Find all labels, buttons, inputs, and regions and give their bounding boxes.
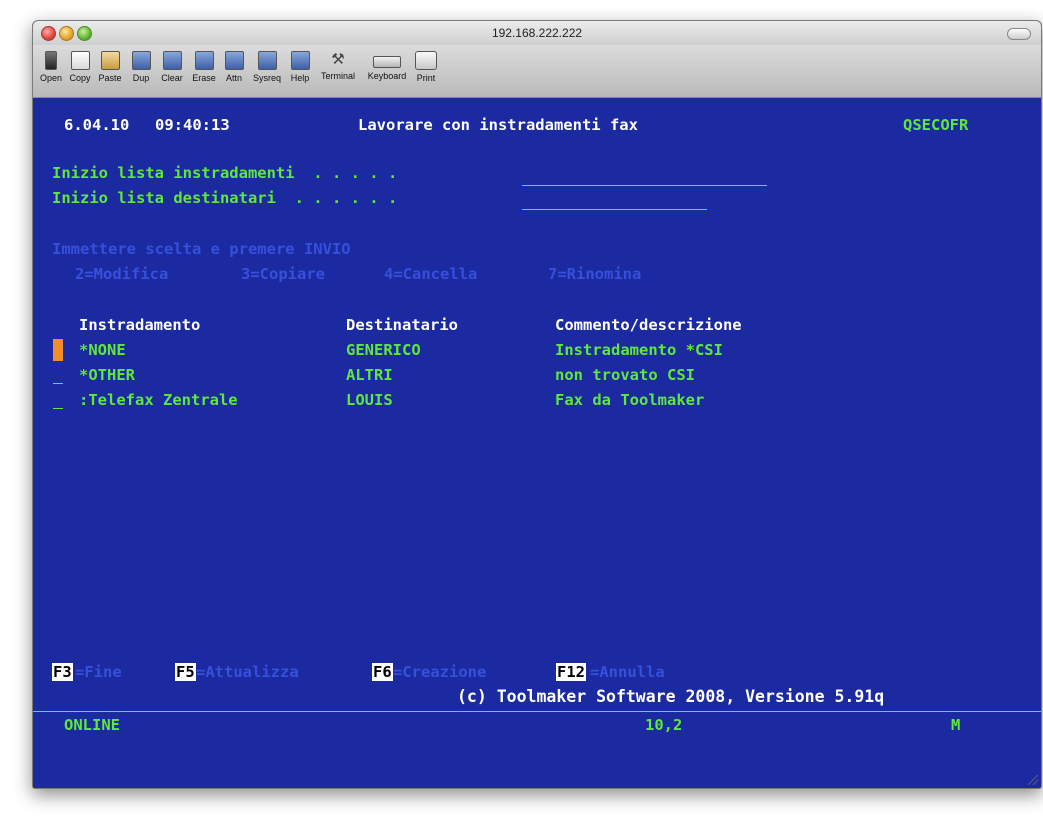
terminal-button[interactable]: ⚒ Terminal [315, 51, 361, 81]
print-button[interactable]: Print [413, 51, 439, 83]
header-comment: Commento/descrizione [555, 316, 742, 334]
printer-icon [415, 51, 437, 70]
terminal-screen[interactable]: 6.04.10 09:40:13 Lavorare con instradame… [33, 98, 1041, 788]
row-1-recipient: GENERICO [346, 341, 421, 359]
print-label: Print [416, 73, 436, 83]
resize-grip-icon[interactable] [1028, 775, 1038, 785]
row-3-comment: Fax da Toolmaker [555, 391, 705, 409]
dup-key-icon [131, 51, 151, 70]
row-2-recipient: ALTRI [346, 366, 393, 384]
option-rename: 7=Rinomina [548, 265, 642, 283]
recipients-prompt: Inizio lista destinatari . . . . . . [52, 189, 398, 207]
sysreq-key-icon [257, 51, 277, 70]
row-1-route: *NONE [79, 341, 126, 359]
erase-button[interactable]: Erase [189, 51, 219, 83]
cursor-position: 10,2 [645, 716, 683, 734]
copy-button[interactable]: Copy [67, 51, 93, 83]
status-indicator: M [951, 716, 961, 734]
help-key-icon [290, 51, 310, 70]
row-2-comment: non trovato CSI [555, 366, 695, 384]
dup-label: Dup [132, 73, 150, 83]
header-recipient: Destinatario [346, 316, 458, 334]
toolbar: Open Copy Paste Dup Clear Erase Attn Sys… [33, 45, 1041, 98]
option-input-row-3[interactable] [53, 408, 63, 409]
option-copy: 3=Copiare [241, 265, 325, 283]
copy-label: Copy [69, 73, 91, 83]
keyboard-label: Keyboard [367, 71, 407, 81]
screen-title: Lavorare con instradamenti fax [358, 116, 638, 134]
option-delete: 4=Cancella [384, 265, 478, 283]
f5-key[interactable]: F5 [175, 663, 196, 681]
plug-icon [45, 51, 57, 70]
clear-button[interactable]: Clear [157, 51, 187, 83]
instructions-text: Immettere scelta e premere INVIO [52, 240, 351, 258]
keyboard-icon [373, 56, 401, 68]
f3-label: =Fine [75, 663, 122, 681]
user-id: QSECOFR [903, 116, 969, 134]
f6-key[interactable]: F6 [372, 663, 393, 681]
option-modify: 2=Modifica [75, 265, 169, 283]
f12-key[interactable]: F12 [556, 663, 586, 681]
option-input-row-2[interactable] [53, 383, 63, 384]
status-mode: ONLINE [64, 716, 120, 734]
terminal-label: Terminal [320, 71, 355, 81]
paste-label: Paste [98, 73, 122, 83]
system-date: 6.04.10 [64, 116, 130, 134]
copy-icon [70, 51, 90, 70]
f12-label: =Annulla [590, 663, 665, 681]
system-time: 09:40:13 [155, 116, 230, 134]
header-route: Instradamento [79, 316, 201, 334]
f6-label: =Creazione [393, 663, 487, 681]
terminal-window: 192.168.222.222 Open Copy Paste Dup Clea… [32, 20, 1042, 789]
toolbar-toggle-button[interactable] [1007, 28, 1031, 40]
copyright-text: (c) Toolmaker Software 2008, Versione 5.… [457, 687, 885, 706]
dup-button[interactable]: Dup [127, 51, 155, 83]
paste-button[interactable]: Paste [95, 51, 125, 83]
option-input-row-1[interactable] [53, 339, 63, 361]
row-1-comment: Instradamento *CSI [555, 341, 723, 359]
open-label: Open [39, 73, 63, 83]
paste-icon [100, 51, 120, 70]
row-3-route: :Telefax Zentrale [79, 391, 238, 409]
help-button[interactable]: Help [287, 51, 313, 83]
routes-input[interactable] [522, 185, 767, 186]
help-label: Help [290, 73, 310, 83]
row-2-route: *OTHER [79, 366, 135, 384]
attn-key-icon [224, 51, 244, 70]
erase-label: Erase [192, 73, 216, 83]
f5-label: =Attualizza [196, 663, 299, 681]
erase-key-icon [194, 51, 214, 70]
clear-label: Clear [161, 73, 183, 83]
open-button[interactable]: Open [38, 51, 64, 83]
attn-label: Attn [225, 73, 242, 83]
status-divider [33, 711, 1041, 712]
recipients-input[interactable] [522, 209, 707, 210]
keyboard-button[interactable]: Keyboard [363, 51, 411, 81]
window-title: 192.168.222.222 [491, 26, 583, 40]
f3-key[interactable]: F3 [52, 663, 73, 681]
sysreq-button[interactable]: Sysreq [249, 51, 285, 83]
attn-button[interactable]: Attn [221, 51, 247, 83]
hammer-icon: ⚒ [331, 51, 345, 68]
row-3-recipient: LOUIS [346, 391, 393, 409]
routes-prompt: Inizio lista instradamenti . . . . . [52, 164, 398, 182]
clear-key-icon [162, 51, 182, 70]
sysreq-label: Sysreq [252, 73, 281, 83]
title-bar[interactable]: 192.168.222.222 [33, 21, 1041, 46]
